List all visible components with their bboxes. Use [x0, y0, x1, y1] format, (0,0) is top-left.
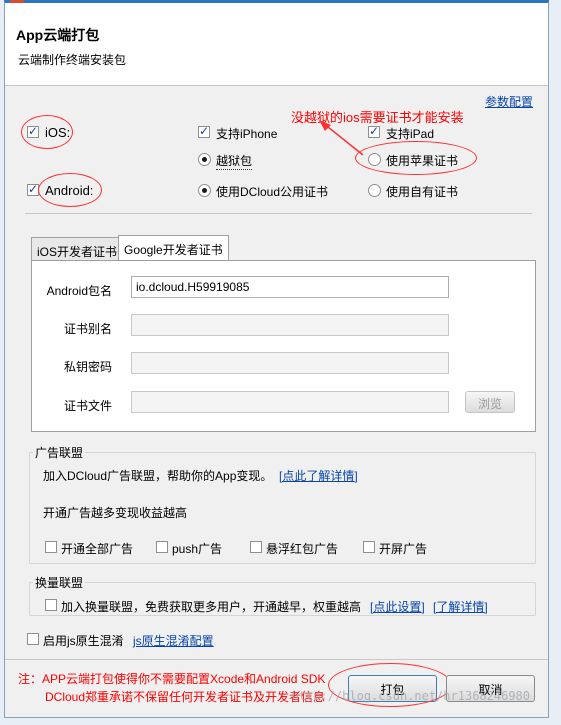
- cert-file-label: 证书文件: [63, 399, 112, 413]
- join-exchange-checkbox[interactable]: [45, 599, 57, 611]
- cloud-pack-dialog: App云端打包 云端制作终端安装包 参数配置 没越狱的ios需要证书才能安装 i…: [4, 0, 549, 718]
- key-password-label: 私钥密码: [63, 360, 112, 374]
- exchange-settings-link[interactable]: [点此设置]: [370, 598, 425, 615]
- watermark: http://blog.csdn.net/hr1368246980: [291, 689, 530, 703]
- ad-alliance-intro: 加入DCloud广告联盟，帮助你的App变现。: [43, 469, 273, 483]
- package-name-input[interactable]: io.dcloud.H59919085: [131, 276, 449, 298]
- js-obfuscate-config-link[interactable]: js原生混淆配置: [133, 632, 214, 649]
- exchange-title: 换量联盟: [33, 574, 86, 591]
- js-obfuscate-checkbox[interactable]: [27, 633, 39, 645]
- dialog-title: App云端打包: [16, 27, 100, 43]
- all-ads-checkbox[interactable]: [45, 541, 57, 553]
- exchange-details-link[interactable]: [了解详情]: [433, 598, 488, 615]
- floating-redpacket-ads-label: 悬浮红包广告: [266, 542, 339, 556]
- ad-alliance-title: 广告联盟: [33, 444, 86, 461]
- push-ads-checkbox[interactable]: [156, 541, 168, 553]
- google-cert-panel: Android包名 io.dcloud.H59919085 证书别名 私钥密码 …: [31, 260, 536, 432]
- browse-button[interactable]: 浏览: [465, 391, 515, 413]
- cert-alias-input[interactable]: [131, 314, 449, 336]
- ad-details-link[interactable]: [点此了解详情]: [279, 467, 358, 484]
- floating-redpacket-ads-checkbox[interactable]: [250, 541, 262, 553]
- support-iphone-checkbox[interactable]: [198, 124, 210, 138]
- own-cert-label: 使用自有证书: [386, 185, 459, 199]
- dialog-header: App云端打包 云端制作终端安装包: [5, 3, 548, 86]
- dialog-subtitle: 云端制作终端安装包: [18, 53, 127, 67]
- cert-alias-label: 证书别名: [63, 322, 112, 336]
- push-ads-label: push广告: [172, 542, 223, 556]
- android-highlight-ellipse: [38, 173, 102, 207]
- js-obfuscate-label: 启用js原生混淆: [43, 634, 124, 648]
- support-ipad-label: 支持iPad: [386, 127, 435, 141]
- ios-highlight-ellipse: [21, 115, 73, 149]
- support-iphone-label: 支持iPhone: [216, 127, 278, 141]
- note-line-1: 注：APP云端打包使得你不需要配置Xcode和Android SDK: [18, 672, 326, 686]
- tab-ios-cert[interactable]: iOS开发者证书: [31, 237, 124, 261]
- package-name-label: Android包名: [46, 284, 112, 298]
- tab-google-cert[interactable]: Google开发者证书: [118, 235, 229, 260]
- dcloud-cert-radio[interactable]: [198, 184, 211, 197]
- dcloud-cert-label: 使用DCloud公用证书: [216, 185, 329, 199]
- support-ipad-checkbox[interactable]: [368, 124, 380, 138]
- jailbreak-label: 越狱包: [216, 154, 253, 170]
- footer-divider: [5, 659, 548, 660]
- jailbreak-radio[interactable]: [198, 153, 211, 166]
- splash-ads-label: 开屏广告: [379, 542, 428, 556]
- all-ads-label: 开通全部广告: [61, 542, 134, 556]
- apple-cert-highlight-ellipse: [355, 141, 477, 175]
- note-line-2: DCloud郑重承诺不保留任何开发者证书及开发者信息: [45, 690, 326, 704]
- params-config-link[interactable]: 参数配置: [485, 93, 533, 110]
- key-password-input[interactable]: [131, 352, 449, 374]
- ad-alliance-hint: 开通广告越多变现收益越高: [43, 506, 188, 520]
- splash-ads-checkbox[interactable]: [363, 541, 375, 553]
- own-cert-radio[interactable]: [368, 184, 381, 197]
- join-exchange-label: 加入换量联盟，免费获取更多用户，开通越早，权重越高: [61, 600, 362, 614]
- divider: [25, 213, 532, 214]
- cert-file-input[interactable]: [131, 391, 449, 413]
